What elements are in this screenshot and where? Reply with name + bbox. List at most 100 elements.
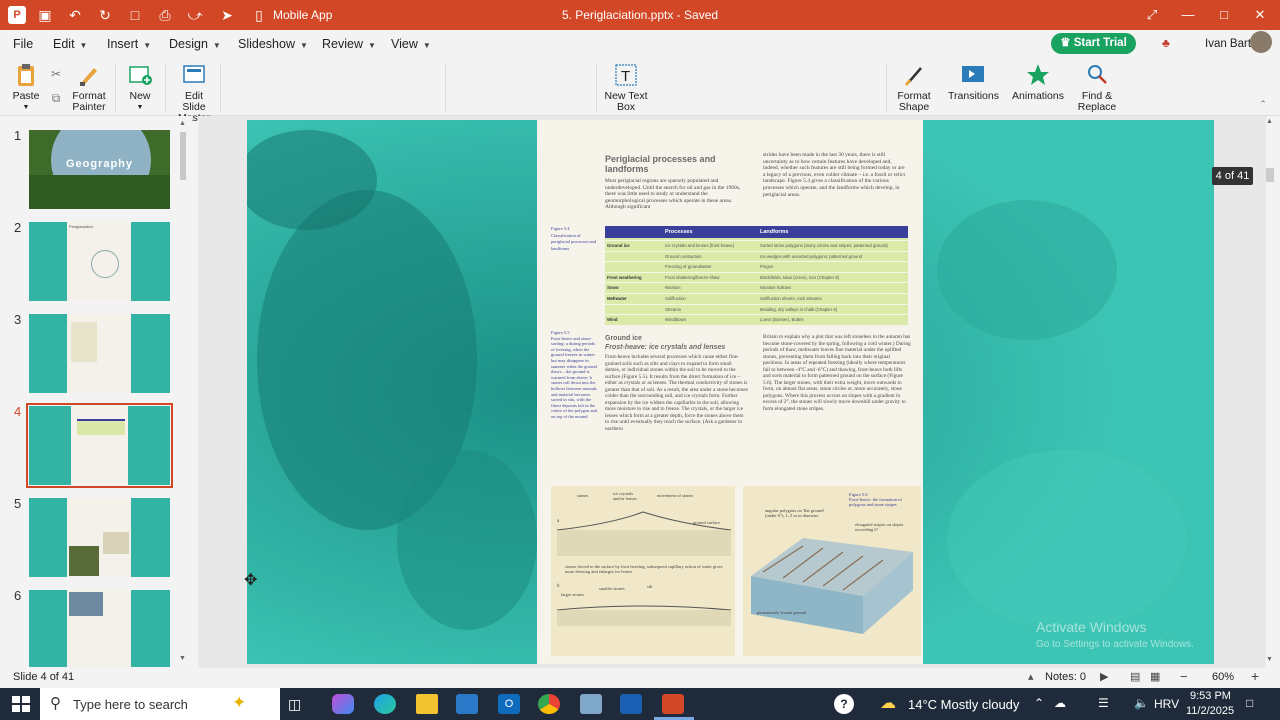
find-icon <box>1088 65 1107 84</box>
notifications-icon[interactable]: □ <box>1246 696 1253 710</box>
table-cell: Frost shattering/freeze–thaw <box>665 274 720 280</box>
zoom-out-icon[interactable]: − <box>1180 669 1188 684</box>
notepad-icon[interactable] <box>580 694 602 714</box>
thumbnail-slide-3[interactable] <box>29 314 170 393</box>
tray-chevron-icon[interactable]: ⌃ <box>1034 696 1044 710</box>
editor-scrollbar-thumb[interactable] <box>1266 168 1274 182</box>
thumbnail-scrollbar[interactable]: ▲ ▼ <box>178 120 188 665</box>
menu-file[interactable]: File <box>13 37 33 51</box>
menu-review[interactable]: Review ▼ <box>322 37 376 51</box>
edge-icon[interactable] <box>374 694 396 714</box>
table-cell: Freezing of groundwater <box>665 264 712 270</box>
outlook-icon[interactable]: O <box>498 694 520 714</box>
start-trial-button[interactable]: ♛ Start Trial <box>1051 33 1136 54</box>
table-cell: Braiding, dry valleys in chalk (Chapter … <box>760 306 838 312</box>
new-text-box-button[interactable]: T New Text Box <box>604 62 648 113</box>
paintbrush-icon <box>80 68 97 86</box>
table-cell: Ice crystals and lenses (frost-heave) <box>665 243 735 248</box>
clock-date[interactable]: 11/2/2025 <box>1186 705 1234 717</box>
table-row: Streams Braiding, dry valleys in chalk (C… <box>605 303 908 315</box>
edit-slide-master-button[interactable]: Edit Slide Master <box>172 62 216 124</box>
menu-design[interactable]: Design ▼ <box>169 37 221 51</box>
minimize-button[interactable]: — <box>1178 7 1198 23</box>
store-icon[interactable] <box>456 694 478 714</box>
zoom-in-icon[interactable]: + <box>1251 668 1259 684</box>
paste-button[interactable]: Paste ▼ <box>8 62 44 113</box>
zoom-level[interactable]: 60% <box>1212 671 1234 683</box>
thumbnail-slide-2[interactable]: Periglaciation <box>29 222 170 301</box>
close-button[interactable]: ✕ <box>1250 7 1270 23</box>
animations-button[interactable]: Animations <box>1012 62 1064 102</box>
chrome-icon[interactable] <box>538 694 560 714</box>
crown-icon: ♛ <box>1060 37 1074 49</box>
editor-scroll-up-icon[interactable]: ▲ <box>1266 118 1273 125</box>
notes-icon[interactable]: ▴ <box>1028 670 1034 683</box>
menu-edit[interactable]: Edit ▼ <box>53 37 87 51</box>
activate-windows-title: Activate Windows <box>1036 619 1147 635</box>
clock-time[interactable]: 9:53 PM <box>1190 690 1231 702</box>
menu-insert[interactable]: Insert ▼ <box>107 37 151 51</box>
thumb-number-5: 5 <box>14 496 22 511</box>
table-row: Wind Windblown Loess (Boeser), Buttes <box>605 314 908 325</box>
classification-table: Processes Landforms Ground ice Ice crysta… <box>605 226 908 325</box>
collapse-ribbon-icon[interactable]: ⌃ <box>1255 96 1271 112</box>
thumbnail-slide-4[interactable] <box>26 403 173 488</box>
thumbnail-slide-5[interactable] <box>29 498 170 577</box>
thumb-title: Geography <box>65 158 134 170</box>
clipboard-icon <box>18 64 34 86</box>
user-name[interactable]: Ivan Bart <box>1205 38 1251 50</box>
thumbnail-slide-1[interactable]: Geography <box>29 130 170 209</box>
gift-icon[interactable]: ♣ <box>1162 36 1176 50</box>
sorter-view-icon[interactable]: ▦ <box>1150 670 1160 683</box>
thumbnail-slide-6[interactable] <box>29 590 170 667</box>
windows-start-icon[interactable] <box>10 694 32 714</box>
new-slide-button[interactable]: New ▼ <box>124 62 156 113</box>
textbook-page-image: Periglacial processes and landforms Most… <box>537 120 923 664</box>
notes-button[interactable]: Notes: 0 <box>1045 671 1086 683</box>
cut-icon[interactable]: ✂ <box>48 66 64 82</box>
play-icon[interactable]: ▶ <box>1100 670 1108 683</box>
fullscreen-icon[interactable]: ⤢ <box>1142 7 1162 23</box>
transitions-button[interactable]: Transitions <box>948 62 999 102</box>
table-cell: Ice wedges with unsorted polygons; patte… <box>760 253 862 259</box>
table-cell: Ground ice <box>607 243 630 248</box>
presentation-app-icon[interactable] <box>662 694 684 714</box>
writer-icon[interactable] <box>620 694 642 714</box>
wifi-icon[interactable]: ☰ <box>1098 696 1109 710</box>
slide-canvas[interactable]: Periglacial processes and landforms Most… <box>247 120 1214 664</box>
column-1-text: Frost-heave includes several processes w… <box>605 354 748 432</box>
table-cell: Blockfields, talus (scree), tors (Chapte… <box>760 274 840 280</box>
input-language[interactable]: HRV <box>1154 697 1179 711</box>
table-cell: Snow <box>607 285 619 291</box>
volume-icon[interactable]: 🔈 <box>1134 696 1149 710</box>
network-icon[interactable]: ☁ <box>1054 696 1066 710</box>
editor-scroll-down-icon[interactable]: ▼ <box>1266 656 1273 663</box>
figure-5-6-diagram: Figure 5.6 Frost-heave: the formation of … <box>743 486 921 656</box>
table-cell: Nivation <box>665 285 681 291</box>
help-icon[interactable]: ? <box>834 694 854 714</box>
taskbar-search-box[interactable]: ⚲ Type here to search ✦ <box>40 688 280 720</box>
maximize-button[interactable]: □ <box>1214 7 1234 23</box>
thumb-number-1: 1 <box>14 128 22 143</box>
thumb-number-4: 4 <box>14 404 22 419</box>
figure-5-5-label: Figure 5.5 Frost-heave and stone-sorting:… <box>551 330 597 419</box>
menu-view[interactable]: View ▼ <box>391 37 431 51</box>
copy-icon[interactable]: ⧉ <box>48 90 64 106</box>
format-painter-button[interactable]: Format Painter <box>70 62 108 113</box>
normal-view-icon[interactable]: ▤ <box>1130 670 1140 683</box>
table-cell: Sorted stone polygons (stony circles and… <box>760 243 888 248</box>
task-view-icon[interactable]: ◫ <box>288 694 310 714</box>
find-replace-button[interactable]: Find & Replace <box>1074 62 1120 113</box>
table-cell: Solifluction sheets, rock streams <box>760 296 822 301</box>
column-2-text: Britain to explain why a plot that was l… <box>763 334 911 412</box>
file-explorer-icon[interactable] <box>416 694 438 714</box>
table-row: Ground contraction Ice wedges with unsort… <box>605 250 908 262</box>
weather-icon: ☁ <box>880 695 896 712</box>
title-bar: P ▣ ↶ ↻ □ ⎙ ⤻ ➤ ▯ Mobile App 5. Periglac… <box>0 0 1280 30</box>
format-shape-button[interactable]: Format Shape▼ <box>892 62 936 124</box>
copilot-icon[interactable] <box>332 694 354 714</box>
weather-text[interactable]: 14°C Mostly cloudy <box>908 697 1019 712</box>
avatar[interactable] <box>1250 31 1272 53</box>
menu-slideshow[interactable]: Slideshow ▼ <box>238 37 308 51</box>
star-icon <box>1027 64 1049 85</box>
